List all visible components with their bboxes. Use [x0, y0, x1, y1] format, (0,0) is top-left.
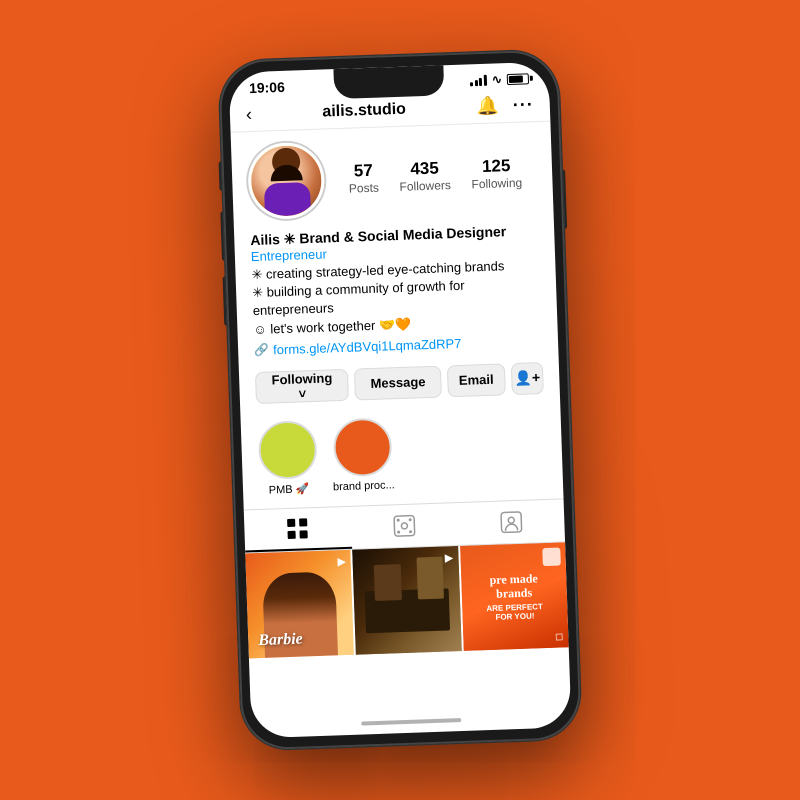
profile-content: 57 Posts 435 Followers 125 Following Ail… — [231, 122, 571, 709]
followers-count: 435 — [410, 159, 439, 180]
signal-icon — [470, 74, 487, 87]
following-button[interactable]: Following ˅ — [255, 369, 350, 404]
reel-overlay-icon-2: ▶ — [444, 551, 453, 564]
pmb-sub-text: ARE PERFECT FOR YOU! — [478, 602, 552, 623]
link-icon: 🔗 — [254, 343, 269, 358]
barbie-text: Barbie — [258, 631, 303, 651]
reels-tab-icon — [393, 514, 416, 537]
avatar-image — [250, 145, 322, 217]
posts-label: Posts — [349, 181, 379, 196]
phone-screen: 19:06 ∿ ‹ ailis.studio 🔔 ··· — [228, 62, 571, 739]
status-time: 19:06 — [249, 79, 285, 96]
tab-grid[interactable] — [244, 507, 352, 553]
link-text: forms.gle/AYdBVqi1LqmaZdRP7 — [273, 336, 462, 358]
pmb-main-text: pre madebrands — [477, 570, 551, 601]
posts-count: 57 — [354, 161, 374, 182]
bio-section: Ailis ✳ Brand & Social Media Designer En… — [234, 218, 559, 367]
followers-stat[interactable]: 435 Followers — [399, 158, 452, 194]
email-button[interactable]: Email — [447, 363, 506, 397]
highlight-pmb-label: PMB 🚀 — [269, 482, 310, 496]
message-button[interactable]: Message — [354, 365, 441, 400]
posts-stat[interactable]: 57 Posts — [348, 161, 379, 196]
grid-item-pmb[interactable]: pre madebrands ARE PERFECT FOR YOU! ◻ — [460, 542, 569, 651]
tab-tagged[interactable] — [457, 499, 565, 545]
tab-reels[interactable] — [350, 503, 458, 549]
highlights-row: PMB 🚀 brand proc... — [240, 403, 563, 509]
home-indicator-bar — [251, 705, 571, 708]
battery-icon — [507, 73, 529, 85]
stats-row: 57 Posts 435 Followers 125 Following — [334, 155, 537, 196]
highlight-pmb[interactable]: PMB 🚀 — [257, 420, 320, 497]
avatar — [247, 142, 326, 221]
more-options-icon[interactable]: ··· — [512, 94, 534, 116]
wifi-icon: ∿ — [492, 72, 503, 86]
profile-username: ailis.studio — [322, 100, 406, 121]
highlight-brand-label: brand proc... — [333, 479, 395, 493]
grid-item-barbie[interactable]: Barbie ▶ — [245, 550, 354, 659]
grid-tab-icon — [286, 517, 309, 540]
phone-mockup: 19:06 ∿ ‹ ailis.studio 🔔 ··· — [218, 49, 582, 750]
status-icons: ∿ — [470, 71, 529, 87]
following-stat[interactable]: 125 Following — [471, 156, 523, 192]
following-count: 125 — [482, 156, 511, 177]
reel-overlay-icon: ▶ — [337, 555, 346, 568]
notification-bell-icon[interactable]: 🔔 — [476, 95, 499, 117]
add-friend-button[interactable]: 👤+ — [511, 362, 544, 395]
photo-grid: Barbie ▶ ▶ pre madebrands ARE PERFECT FO… — [245, 542, 568, 658]
following-label: Following — [471, 176, 522, 192]
notch — [333, 65, 444, 99]
grid-item-room[interactable]: ▶ — [353, 546, 462, 655]
nav-action-icons: 🔔 ··· — [476, 94, 534, 117]
back-button[interactable]: ‹ — [246, 104, 253, 125]
profile-top: 57 Posts 435 Followers 125 Following — [231, 122, 554, 229]
highlight-brand[interactable]: brand proc... — [331, 417, 395, 494]
highlight-brand-circle — [333, 417, 393, 477]
tagged-tab-icon — [500, 511, 523, 534]
followers-label: Followers — [399, 178, 451, 194]
highlight-pmb-circle — [258, 420, 318, 480]
